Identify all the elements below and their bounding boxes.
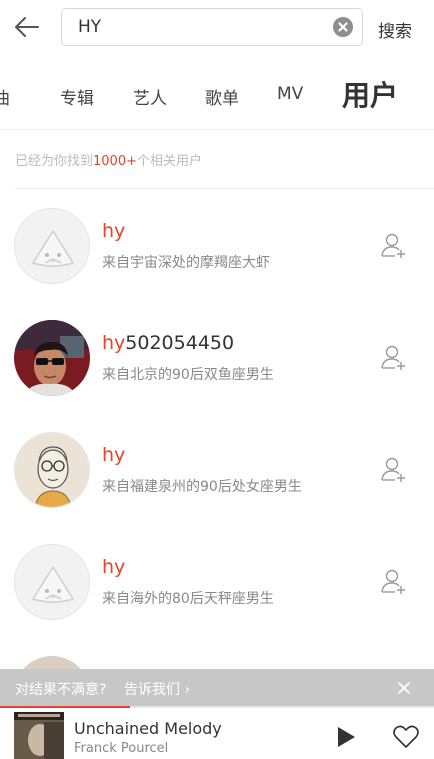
search-input-value[interactable]: HY [78, 17, 101, 37]
tab-users[interactable]: 用户 [342, 74, 398, 114]
album-cover[interactable] [14, 712, 64, 759]
add-user-icon [381, 457, 405, 482]
user-row[interactable]: hy502054450 来自北京的90后双鱼座男生 [0, 302, 434, 414]
mini-player[interactable]: Unchained Melody Franck Pourcel [0, 706, 434, 759]
add-user-icon [381, 233, 405, 258]
close-circle-icon [338, 22, 348, 32]
user-name: hy [102, 444, 125, 466]
user-name: hy [102, 556, 125, 578]
add-user-icon [381, 345, 405, 370]
feedback-close-button[interactable] [396, 680, 412, 696]
result-count-suffix: 个相关用户 [137, 154, 203, 169]
user-row[interactable]: hy 来自宇宙深处的摩羯座大虾 [0, 190, 434, 302]
user-name-match: hy [102, 332, 126, 354]
follow-button[interactable] [380, 231, 408, 259]
user-name-match: hy [102, 444, 126, 466]
search-button[interactable]: 搜索 [378, 17, 412, 42]
play-icon [338, 727, 355, 747]
result-count-prefix: 已经为你找到 [15, 154, 94, 169]
user-name-match: hy [102, 556, 126, 578]
user-description: 来自宇宙深处的摩羯座大虾 [102, 255, 270, 271]
default-avatar-icon [15, 545, 89, 619]
drawing-avatar-icon [15, 433, 89, 507]
search-header: HY 搜索 [0, 0, 434, 56]
album-cover-image [14, 712, 64, 759]
tab-artists[interactable]: 艺人 [133, 84, 167, 109]
feedback-bar: 对结果不满意? 告诉我们 › [0, 669, 434, 706]
user-row[interactable]: hy 来自福建泉州的90后处女座男生 [0, 414, 434, 526]
default-avatar-icon [15, 209, 89, 283]
avatar[interactable] [14, 544, 90, 620]
user-name: hy502054450 [102, 332, 234, 354]
follow-button[interactable] [380, 343, 408, 371]
avatar[interactable] [14, 432, 90, 508]
user-description: 来自北京的90后双鱼座男生 [102, 367, 274, 383]
feedback-link[interactable]: 告诉我们 › [124, 679, 190, 699]
tab-mv[interactable]: MV [277, 84, 303, 104]
avatar[interactable] [14, 208, 90, 284]
result-count: 已经为你找到1000+个相关用户 [15, 150, 202, 169]
avatar[interactable] [14, 320, 90, 396]
back-button[interactable] [12, 12, 42, 42]
playback-progress-fill [0, 706, 131, 708]
user-description: 来自福建泉州的90后处女座男生 [102, 479, 302, 495]
clear-search-button[interactable] [333, 17, 353, 37]
follow-button[interactable] [380, 455, 408, 483]
play-button[interactable] [334, 724, 358, 750]
user-description: 来自海外的80后天秤座男生 [102, 591, 274, 607]
song-artist: Franck Pourcel [74, 741, 169, 756]
search-tabs: 曲 专辑 艺人 歌单 MV 用户 [0, 56, 434, 130]
close-icon [398, 682, 410, 694]
tab-songs[interactable]: 曲 [0, 84, 10, 109]
user-name: hy [102, 220, 125, 242]
follow-button[interactable] [380, 567, 408, 595]
feedback-text: 对结果不满意? [15, 682, 107, 698]
result-count-number: 1000+ [93, 154, 137, 169]
arrow-left-icon [15, 17, 39, 37]
user-name-rest: 502054450 [125, 332, 235, 354]
user-name-match: hy [102, 220, 126, 242]
tab-albums[interactable]: 专辑 [60, 84, 94, 109]
photo-avatar-icon [14, 320, 90, 396]
playback-progress [0, 706, 434, 708]
tab-playlists[interactable]: 歌单 [205, 84, 239, 109]
search-input[interactable]: HY [61, 8, 363, 46]
divider [15, 188, 434, 189]
song-title: Unchained Melody [74, 719, 222, 738]
add-user-icon [381, 569, 405, 594]
heart-icon [393, 725, 419, 748]
user-row[interactable]: hy 来自海外的80后天秤座男生 [0, 526, 434, 638]
favorite-button[interactable] [392, 724, 420, 750]
